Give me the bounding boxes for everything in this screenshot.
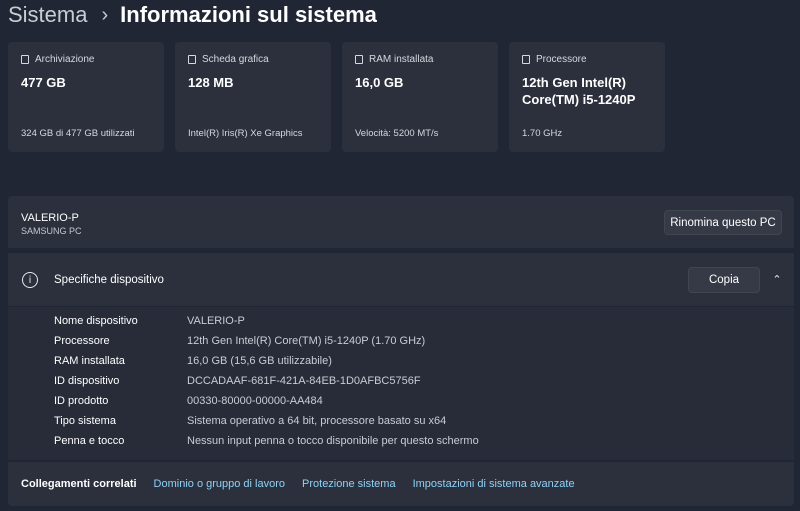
page-title: Informazioni sul sistema (120, 2, 377, 27)
breadcrumb-chevron-icon: › (101, 3, 109, 26)
card-title-row: Scheda grafica (188, 54, 269, 65)
spec-label: RAM installata (54, 355, 125, 367)
chevron-up-icon[interactable]: ⌃ (770, 272, 784, 286)
spec-value: DCCADAAF-681F-421A-84EB-1D0AFBC5756F (187, 375, 421, 387)
spec-row: ID dispositivo DCCADAAF-681F-421A-84EB-1… (54, 375, 421, 391)
ram-icon (355, 55, 363, 64)
card-title-row: Processore (522, 54, 587, 65)
card-title: Archiviazione (35, 54, 95, 65)
card-value: 128 MB (188, 75, 234, 90)
spec-label: Tipo sistema (54, 415, 116, 427)
processor-icon (522, 55, 530, 64)
info-icon: i (22, 272, 38, 288)
spec-value: Sistema operativo a 64 bit, processore b… (187, 415, 447, 427)
summary-cards: Archiviazione 477 GB 324 GB di 477 GB ut… (8, 42, 668, 152)
spec-label: Processore (54, 335, 110, 347)
link-advanced-system-settings[interactable]: Impostazioni di sistema avanzate (413, 478, 575, 490)
breadcrumb: Sistema › Informazioni sul sistema (8, 0, 377, 30)
card-storage: Archiviazione 477 GB 324 GB di 477 GB ut… (8, 42, 164, 152)
spec-value: 12th Gen Intel(R) Core(TM) i5-1240P (1.7… (187, 335, 426, 347)
card-subtitle: 1.70 GHz (522, 128, 563, 139)
device-name: VALERIO-P (21, 212, 79, 224)
spec-value: Nessun input penna o tocco disponibile p… (187, 435, 479, 447)
spec-row: RAM installata 16,0 GB (15,6 GB utilizza… (54, 355, 332, 371)
card-subtitle: 324 GB di 477 GB utilizzati (21, 128, 135, 139)
spec-label: Nome dispositivo (54, 315, 138, 327)
gpu-icon (188, 55, 196, 64)
spec-row: Nome dispositivo VALERIO-P (54, 315, 245, 331)
link-system-protection[interactable]: Protezione sistema (302, 478, 396, 490)
card-title: Processore (536, 54, 587, 65)
spec-value: VALERIO-P (187, 315, 245, 327)
related-links-title: Collegamenti correlati (21, 478, 137, 490)
related-links-bar: Collegamenti correlati Dominio o gruppo … (8, 462, 794, 506)
breadcrumb-parent-sistema[interactable]: Sistema (8, 2, 87, 28)
device-name-panel: VALERIO-P SAMSUNG PC Rinomina questo PC (8, 196, 794, 248)
card-title-row: Archiviazione (21, 54, 94, 65)
spec-value: 16,0 GB (15,6 GB utilizzabile) (187, 355, 332, 367)
card-ram: RAM installata 16,0 GB Velocità: 5200 MT… (342, 42, 498, 152)
card-value: 477 GB (21, 75, 66, 90)
storage-icon (21, 55, 29, 64)
rename-pc-button[interactable]: Rinomina questo PC (664, 210, 782, 235)
device-model: SAMSUNG PC (21, 226, 82, 236)
spec-label: ID prodotto (54, 395, 109, 407)
spec-row: ID prodotto 00330-80000-00000-AA484 (54, 395, 323, 411)
card-subtitle: Intel(R) Iris(R) Xe Graphics (188, 128, 303, 139)
device-specs-header[interactable]: i Specifiche dispositivo Copia ⌃ (8, 253, 794, 306)
spec-row: Tipo sistema Sistema operativo a 64 bit,… (54, 415, 446, 431)
copy-button[interactable]: Copia (688, 267, 760, 293)
card-title: Scheda grafica (202, 54, 269, 65)
card-value: 12th Gen Intel(R) Core(TM) i5-1240P (522, 75, 636, 107)
link-domain-workgroup[interactable]: Dominio o gruppo di lavoro (154, 478, 285, 490)
card-title: RAM installata (369, 54, 434, 65)
card-value: 16,0 GB (355, 75, 404, 90)
device-specs-body: Nome dispositivo VALERIO-P Processore 12… (8, 307, 794, 460)
spec-label: Penna e tocco (54, 435, 125, 447)
spec-row: Penna e tocco Nessun input penna o tocco… (54, 435, 479, 451)
card-subtitle: Velocità: 5200 MT/s (355, 128, 439, 139)
spec-value: 00330-80000-00000-AA484 (187, 395, 323, 407)
card-graphics: Scheda grafica 128 MB Intel(R) Iris(R) X… (175, 42, 331, 152)
spec-row: Processore 12th Gen Intel(R) Core(TM) i5… (54, 335, 425, 351)
device-specs-title: Specifiche dispositivo (54, 274, 164, 286)
card-processor: Processore 12th Gen Intel(R) Core(TM) i5… (509, 42, 665, 152)
card-title-row: RAM installata (355, 54, 433, 65)
spec-label: ID dispositivo (54, 375, 120, 387)
